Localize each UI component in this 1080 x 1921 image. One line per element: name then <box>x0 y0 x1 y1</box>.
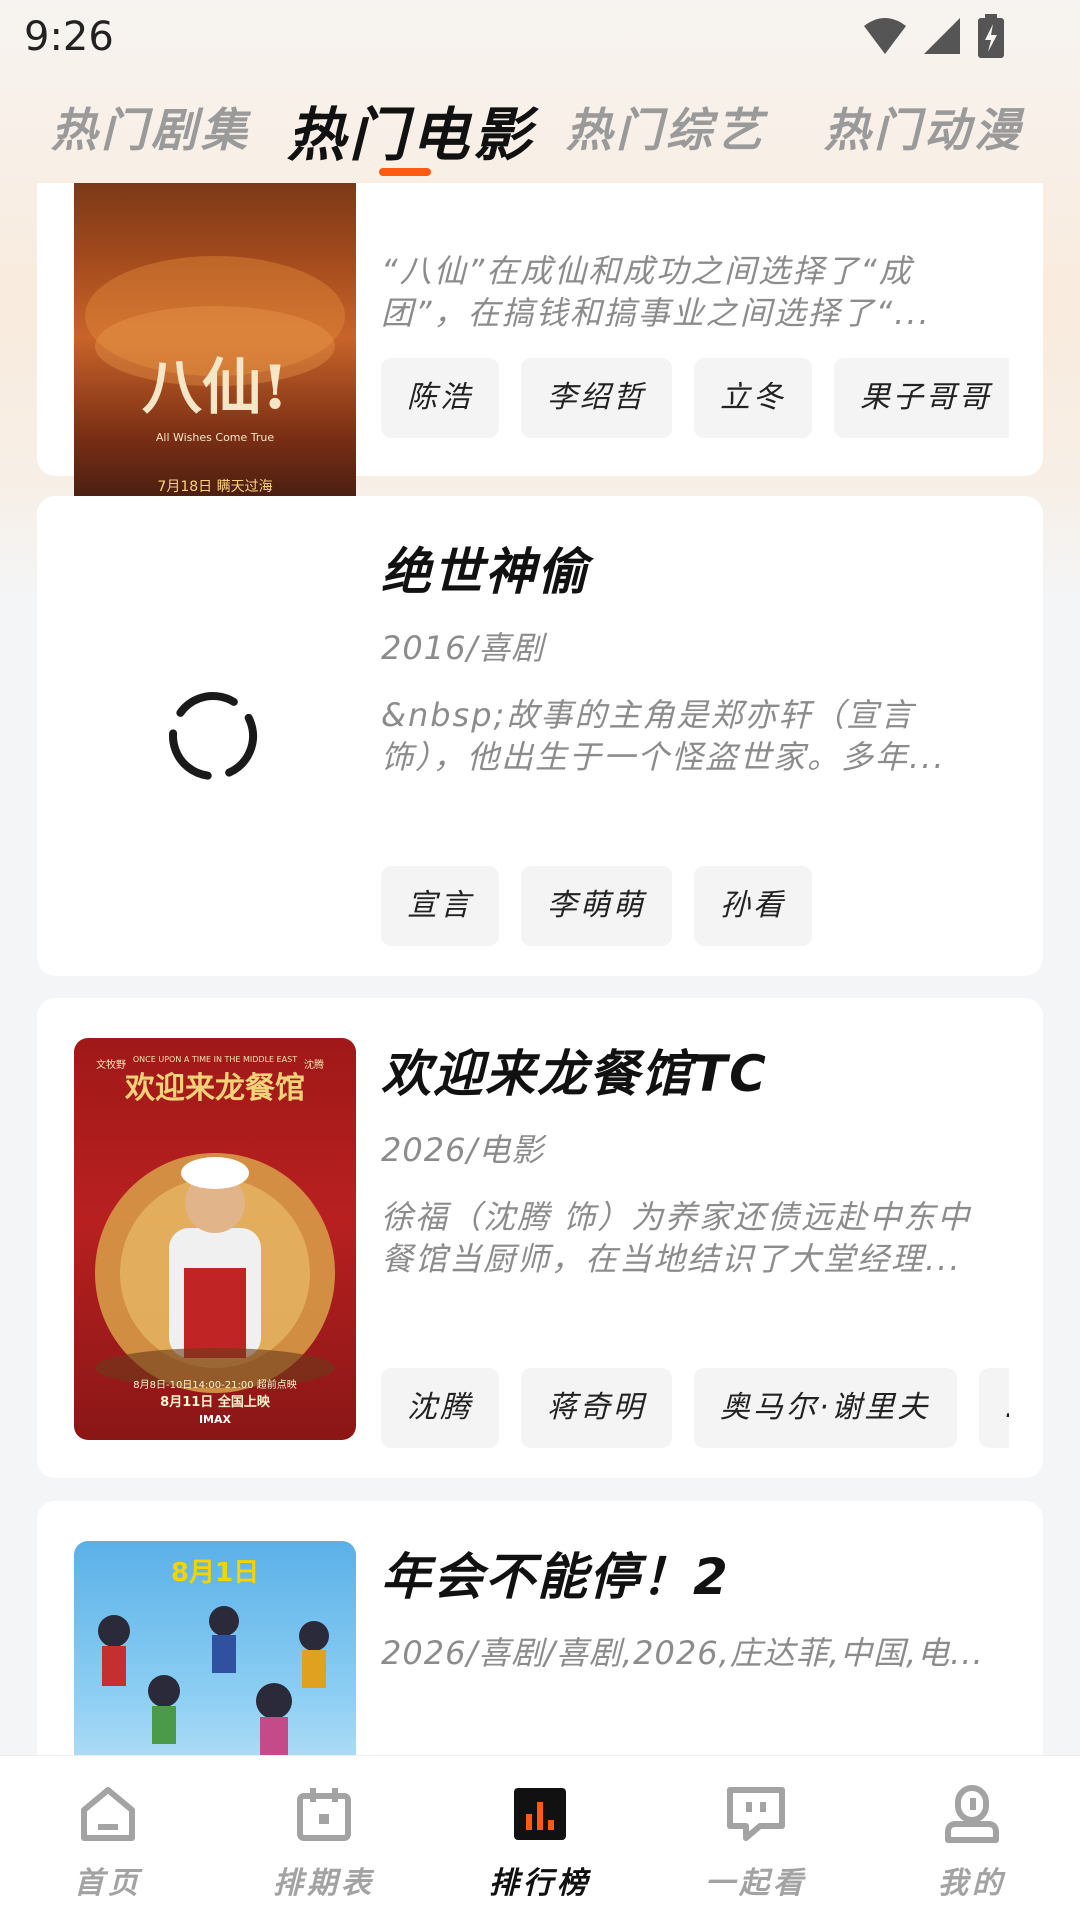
movie-description: “八仙”在成仙和成功之间选择了“成 团”，在搞钱和搞事业之间选择了“... <box>381 252 931 332</box>
movie-poster[interactable]: 8月1日 <box>74 1541 356 1755</box>
movie-poster[interactable]: 八仙! All Wishes Come True 7月18日 瞒天过海 <box>74 183 356 518</box>
nav-label: 排行榜 <box>489 1866 591 1901</box>
home-icon <box>81 1787 135 1841</box>
movie-card[interactable]: 八仙! All Wishes Come True 7月18日 瞒天过海 “八仙”… <box>37 183 1043 518</box>
nav-label: 一起看 <box>705 1866 807 1901</box>
cast-tag[interactable]: 沈腾 <box>381 1368 499 1448</box>
movie-meta: 2016/喜剧 <box>381 629 545 667</box>
cast-tags: 沈腾蒋奇明奥马尔·谢里夫 … <box>381 1368 1009 1448</box>
cast-tags: 陈浩 李绍哲 立冬 果子哥哥 <box>381 358 1009 438</box>
movie-meta: 2026/喜剧/喜剧,2026,庄达菲,中国,电... <box>381 1634 984 1672</box>
cast-tag[interactable]: 立冬 <box>694 358 812 438</box>
nav-home[interactable]: 首页 <box>0 1756 216 1921</box>
nav-label: 首页 <box>74 1866 142 1901</box>
chart-icon <box>514 1788 566 1840</box>
poster-director: 文牧野 <box>96 1058 126 1071</box>
chat-icon <box>727 1787 785 1841</box>
signal-icon <box>922 16 962 56</box>
loading-spinner-icon <box>165 688 261 788</box>
profile-icon <box>945 1785 999 1843</box>
movie-title: 年会不能停！2 <box>381 1548 730 1606</box>
movie-meta: 2026/电影 <box>381 1131 545 1169</box>
poster-english-title: ONCE UPON A TIME IN THE MIDDLE EAST <box>133 1055 297 1064</box>
calendar-icon <box>297 1788 351 1841</box>
poster-imax: IMAX <box>199 1413 232 1426</box>
nav-watch-together[interactable]: 一起看 <box>648 1756 864 1921</box>
status-bar: 9:26 <box>0 0 1080 74</box>
poster-title: 欢迎来龙餐馆 <box>124 1071 305 1106</box>
cast-tag[interactable]: 孙看 <box>694 866 812 946</box>
movie-card[interactable]: 8月1日 年会不能停！2 2026/喜剧/喜剧,2026,庄达菲,中国,电... <box>37 1501 1043 1755</box>
poster-title: 八仙! <box>142 353 288 423</box>
wifi-icon <box>862 16 908 56</box>
nav-profile[interactable]: 我的 <box>864 1756 1080 1921</box>
poster-preview-date: 8月8日-10日14:00-21:00 超前点映 <box>133 1378 296 1391</box>
cast-tag[interactable]: 蒋奇明 <box>521 1368 672 1448</box>
movie-list[interactable]: 八仙! All Wishes Come True 7月18日 瞒天过海 “八仙”… <box>0 183 1080 1755</box>
status-time: 9:26 <box>24 14 114 60</box>
nav-label: 排期表 <box>273 1866 375 1901</box>
movie-description: 徐福（沈腾 饰）为养家还债远赴中东中 餐馆当厨师，在当地结识了大堂经理... <box>381 1198 972 1278</box>
nav-label: 我的 <box>938 1866 1006 1901</box>
category-tabs: 热门剧集 热门电影 热门综艺 热门动漫 <box>0 88 1080 198</box>
cast-tag[interactable]: … <box>978 1368 1009 1448</box>
bottom-navigation: 首页 排期表 排行榜 一起看 我的 <box>0 1755 1080 1921</box>
cast-tag[interactable]: 李萌萌 <box>521 866 672 946</box>
cast-tag[interactable]: 李绍哲 <box>521 358 672 438</box>
nav-schedule[interactable]: 排期表 <box>216 1756 432 1921</box>
tab-hot-series[interactable]: 热门剧集 <box>51 94 251 160</box>
poster-subtitle: All Wishes Come True <box>156 431 275 444</box>
movie-title: 欢迎来龙餐馆TC <box>381 1045 768 1103</box>
cast-tags: 宣言 李萌萌 孙看 <box>381 866 1009 946</box>
movie-poster[interactable]: 欢迎来龙餐馆 ONCE UPON A TIME IN THE MIDDLE EA… <box>74 1038 356 1440</box>
cast-tag[interactable]: 陈浩 <box>381 358 499 438</box>
poster-star: 沈腾 <box>304 1058 324 1071</box>
cast-tag[interactable]: 宣言 <box>381 866 499 946</box>
cast-tag[interactable]: 果子哥哥 <box>834 358 1009 438</box>
active-tab-indicator <box>379 168 431 176</box>
movie-card[interactable]: 欢迎来龙餐馆 ONCE UPON A TIME IN THE MIDDLE EA… <box>37 998 1043 1478</box>
poster-date: 8月1日 <box>171 1558 259 1588</box>
poster-date: 7月18日 瞒天过海 <box>157 479 272 495</box>
tab-hot-anime[interactable]: 热门动漫 <box>824 94 1024 160</box>
cast-tag[interactable]: 奥马尔·谢里夫 <box>694 1368 957 1448</box>
nav-ranking[interactable]: 排行榜 <box>432 1756 648 1921</box>
tab-hot-movies[interactable]: 热门电影 <box>287 88 535 172</box>
battery-icon <box>976 14 1006 58</box>
movie-description: &nbsp;故事的主角是郑亦轩（宣言 饰），他出生于一个怪盗世家。多年... <box>381 696 946 776</box>
tab-hot-variety[interactable]: 热门综艺 <box>566 94 766 160</box>
poster-release-date: 8月11日 全国上映 <box>160 1394 271 1410</box>
movie-title: 绝世神偷 <box>381 543 589 601</box>
